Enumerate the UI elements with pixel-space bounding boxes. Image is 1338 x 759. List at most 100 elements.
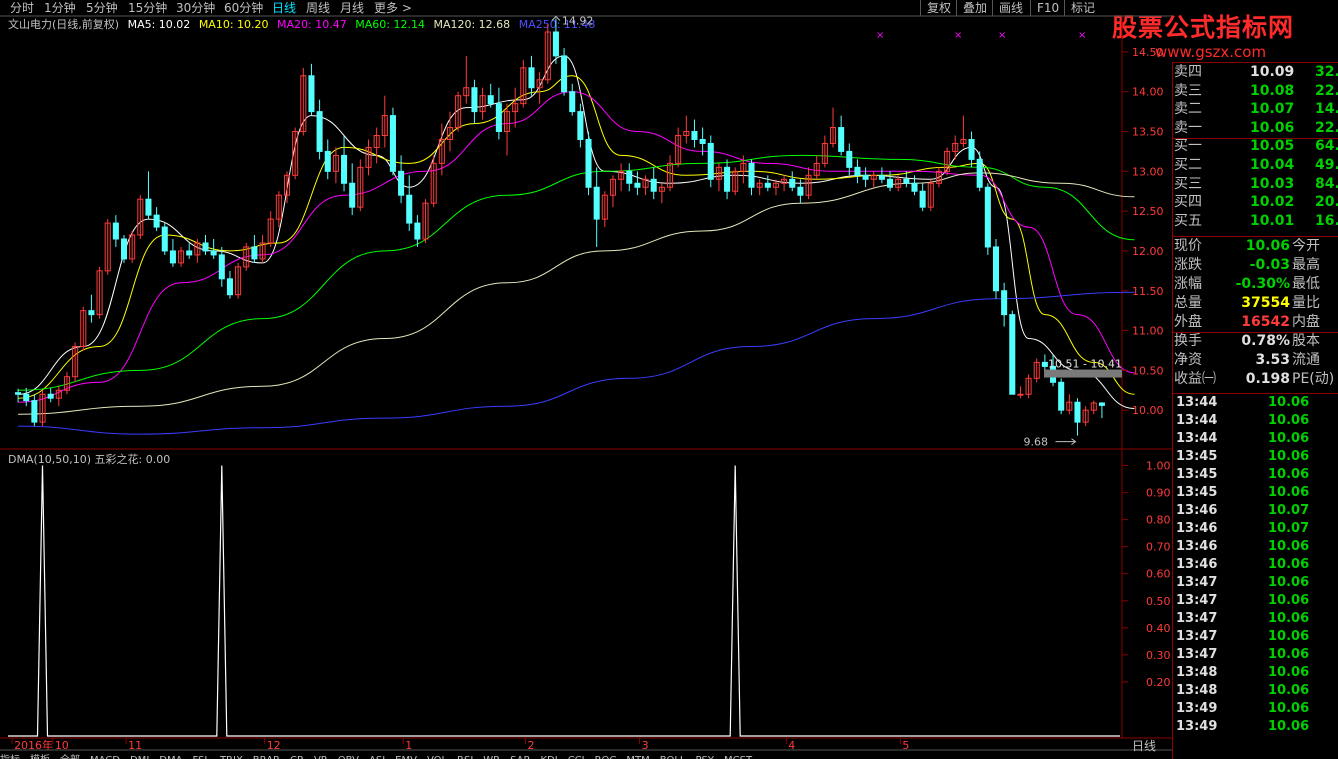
order-book-label: 卖二 <box>1174 101 1202 118</box>
tick-time: 13:44 <box>1176 413 1218 428</box>
indicator-tab-15[interactable]: RSI <box>457 755 473 759</box>
candle-body <box>650 178 657 192</box>
candle-body <box>699 138 706 144</box>
order-book-price: 10.08 <box>1250 82 1295 99</box>
candle-body <box>120 238 128 260</box>
indicator-tab-12[interactable]: ASI <box>369 755 385 759</box>
indicator-tab-13[interactable]: EMV <box>395 755 417 759</box>
candle-body <box>202 242 209 252</box>
indicator-tab-19[interactable]: CCI <box>568 755 585 759</box>
quote-label: 净资 <box>1174 352 1202 368</box>
tick-row: 13:44 10.06 <box>1174 394 1338 412</box>
indicator-tab-14[interactable]: VOL <box>427 755 447 759</box>
tick-row: 13:46 10.07 <box>1174 520 1338 538</box>
candle-body <box>878 174 885 180</box>
candle-body <box>984 186 991 248</box>
order-book-row: 买五 10.01 16.6 <box>1174 212 1338 230</box>
indicator-tab-2[interactable]: 全部 <box>60 755 80 759</box>
candle-body <box>495 103 502 133</box>
indicator-tab-20[interactable]: ROC <box>595 755 617 759</box>
ind-tick-label-2: 0.80 <box>1146 514 1171 527</box>
indicator-tab-17[interactable]: SAR <box>510 755 530 759</box>
indicator-tab-23[interactable]: PSY <box>696 755 715 759</box>
tick-price: 10.06 <box>1268 647 1310 662</box>
indicator-tab-24[interactable]: MCST <box>724 755 752 759</box>
price-tick-label-9: 14.50 <box>1132 46 1164 59</box>
indicator-lines <box>8 465 1120 737</box>
candle-body <box>919 190 926 208</box>
order-book-price: 10.03 <box>1250 175 1295 192</box>
indicator-tab-10[interactable]: VR <box>314 755 328 759</box>
candle-body <box>324 150 331 172</box>
kline-chart[interactable]: 14.92 9.68 10.51 - 10.41 × × × × 10.00 10.50 11.… <box>0 0 1172 759</box>
tick-time: 13:46 <box>1176 539 1218 554</box>
indicator-tab-11[interactable]: OBV <box>338 755 359 759</box>
indicator-tab-5[interactable]: DMA <box>159 755 182 759</box>
indicator-line <box>8 465 1120 737</box>
indicator-tab-9[interactable]: CR <box>290 755 304 759</box>
order-book-label: 买一 <box>1174 138 1202 155</box>
tick-time: 13:48 <box>1176 665 1218 680</box>
indicator-tab-0[interactable]: 指标 <box>0 755 20 759</box>
quote-row: 现价 10.06 今开 <box>1174 237 1338 255</box>
tick-time: 13:46 <box>1176 503 1218 518</box>
ind-tick-label-1: 0.90 <box>1146 487 1171 500</box>
tick-time: 13:49 <box>1176 701 1218 716</box>
event-marker-0: × <box>876 30 884 41</box>
annotations: 14.92 9.68 10.51 - 10.41 × × × × <box>551 14 1122 449</box>
indicator-tab-3[interactable]: MACD <box>90 755 120 759</box>
ma-line-ma250 <box>18 291 1135 435</box>
tick-row: 13:47 10.06 <box>1174 628 1338 646</box>
order-book-label: 买五 <box>1174 212 1202 229</box>
quote-label: 外盘 <box>1174 314 1202 330</box>
order-book-price: 10.01 <box>1250 212 1295 229</box>
tick-price: 10.06 <box>1268 629 1310 644</box>
tick-time: 13:47 <box>1176 575 1218 590</box>
indicator-tab-22[interactable]: BOLL <box>660 755 686 759</box>
order-book-row: 买二 10.04 49.8 <box>1174 156 1338 174</box>
candle-body <box>887 178 894 188</box>
candle-body <box>341 154 348 184</box>
tick-price: 10.06 <box>1268 719 1310 734</box>
candle-body <box>976 158 983 188</box>
indicator-tab-21[interactable]: MTM <box>626 755 649 759</box>
indicator-tab-8[interactable]: BRAR <box>253 755 280 759</box>
tick-row: 13:46 10.07 <box>1174 502 1338 520</box>
indicator-tab-18[interactable]: KDJ <box>540 755 557 759</box>
order-book-price: 10.04 <box>1250 157 1295 173</box>
tick-time: 13:47 <box>1176 611 1218 626</box>
indicator-tab-4[interactable]: DMI <box>130 755 149 759</box>
tick-price: 10.07 <box>1268 503 1310 518</box>
tick-row: 13:46 10.06 <box>1174 556 1338 574</box>
tick-row: 13:48 10.06 <box>1174 682 1338 700</box>
quote-row: 收益㈠ 0.198 PE(动) <box>1174 370 1338 388</box>
ind-tick-label-7: 0.30 <box>1146 649 1171 662</box>
indicator-tab-6[interactable]: FSL <box>192 755 210 759</box>
order-book-volume: 16.6 <box>1315 212 1338 229</box>
indicator-tab-1[interactable]: 模板 <box>30 755 50 759</box>
quote-value: 10.06 <box>1245 238 1290 254</box>
grid <box>0 15 1172 751</box>
tick-price: 10.06 <box>1268 449 1310 464</box>
quote-label: 收益㈠ <box>1174 371 1216 387</box>
tick-price: 10.06 <box>1268 485 1310 500</box>
candle-body <box>707 142 714 180</box>
candle-body <box>145 198 152 216</box>
tick-time: 13:46 <box>1176 521 1218 536</box>
indicator-tab-16[interactable]: WR <box>483 755 500 759</box>
order-book-price: 10.05 <box>1250 138 1295 155</box>
tick-time: 13:44 <box>1176 431 1218 446</box>
quote-value: 3.53 <box>1255 352 1290 368</box>
tick-time: 13:47 <box>1176 593 1218 608</box>
tick-row: 13:47 10.06 <box>1174 646 1338 664</box>
tick-row: 13:44 10.06 <box>1174 430 1338 448</box>
candle-body <box>112 222 119 240</box>
indicator-tabs: 指标 模板 全部 MACD DMI DMA FSL TRIX BRAR CR VR OBV ASI EMV… <box>0 751 762 759</box>
candle-body <box>862 174 869 180</box>
indicator-tab-7[interactable]: TRIX <box>220 755 243 759</box>
order-book-row: 卖一 10.06 22.5 <box>1172 119 1338 139</box>
event-marker-3: × <box>1078 30 1086 41</box>
quote-label: 涨跌 <box>1174 257 1202 273</box>
candle-body <box>838 127 845 152</box>
order-book-price: 10.06 <box>1250 119 1295 136</box>
